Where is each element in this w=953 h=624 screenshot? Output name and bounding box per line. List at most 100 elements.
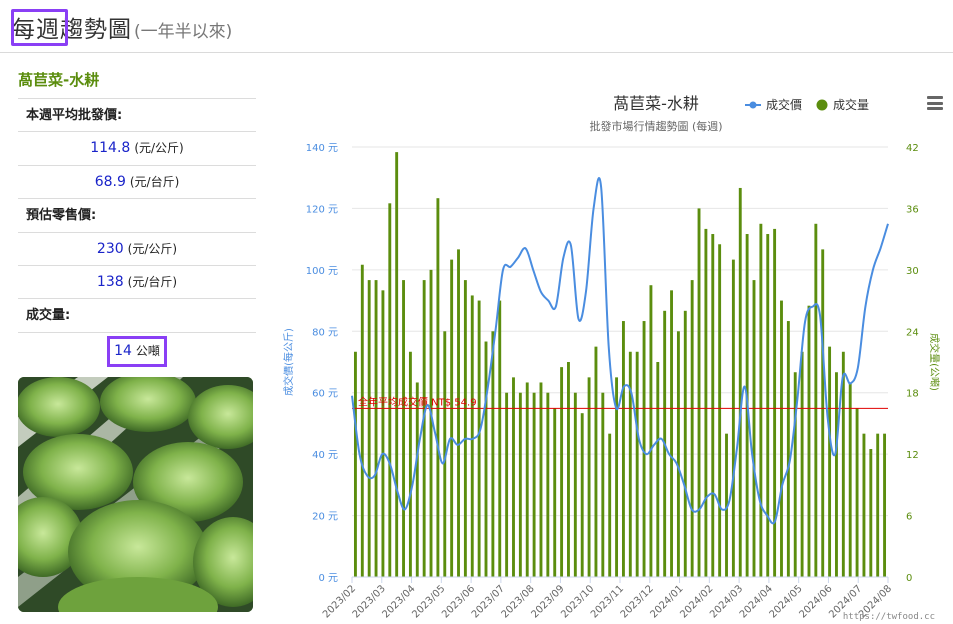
- volume-bar: [498, 300, 502, 577]
- volume-bar: [367, 280, 371, 577]
- volume-bar: [828, 346, 832, 577]
- y-right-axis-label: 成交量(公噸): [928, 333, 941, 391]
- volume-bar: [395, 152, 399, 577]
- volume-bar: [532, 392, 536, 577]
- y-right-tick-label: 36: [906, 204, 919, 215]
- retail-kg-row: 230 (元/公斤): [18, 231, 256, 265]
- wholesale-tai-row: 68.9 (元/台斤): [18, 164, 256, 198]
- wholesale-tai-value: 68.9: [94, 173, 126, 190]
- volume-bar: [505, 392, 509, 577]
- volume-bar: [587, 377, 591, 577]
- y-right-tick-label: 18: [906, 389, 919, 400]
- wholesale-tai-unit: (元/台斤): [129, 174, 180, 189]
- volume-bar: [635, 351, 639, 577]
- volume-bar: [436, 198, 440, 577]
- volume-bar: [457, 249, 460, 577]
- volume-bar: [786, 321, 790, 577]
- retail-tai-unit: (元/台斤): [127, 274, 178, 289]
- volume-bar: [353, 351, 357, 577]
- volume-bar: [766, 234, 770, 577]
- volume-bar: [821, 249, 825, 577]
- y-right-tick-label: 6: [906, 512, 912, 523]
- volume-bar: [780, 300, 783, 577]
- volume-bar: [463, 280, 467, 577]
- y-right-tick-label: 30: [906, 266, 919, 277]
- volume-bar: [374, 280, 378, 577]
- y-left-tick-label: 0 元: [318, 573, 338, 584]
- wholesale-label: 本週平均批發價:: [18, 98, 256, 131]
- volume-bar: [567, 362, 570, 577]
- volume-bar: [835, 372, 838, 577]
- volume-bar: [402, 280, 405, 577]
- volume-bar: [628, 351, 632, 577]
- retail-label: 預估零售價:: [18, 198, 256, 231]
- volume-bar: [848, 382, 852, 577]
- page-header: 每週趨勢圖 (一年半以來): [12, 10, 232, 46]
- volume-bar: [670, 290, 673, 577]
- volume-bar: [752, 280, 756, 577]
- volume-bar: [869, 449, 873, 577]
- volume-bar: [601, 392, 605, 577]
- lettuce-photo: [18, 377, 253, 612]
- volume-bar: [807, 305, 811, 577]
- volume-bar: [731, 259, 735, 577]
- volume-bar: [560, 367, 564, 577]
- volume-value: 14: [114, 342, 132, 359]
- volume-bar: [697, 208, 701, 577]
- volume-bar: [883, 433, 887, 577]
- volume-bar: [381, 290, 385, 577]
- volume-bar: [594, 346, 598, 577]
- y-left-tick-label: 20 元: [312, 512, 338, 523]
- wholesale-kg-row: 114.8 (元/公斤): [18, 131, 256, 164]
- volume-bar: [525, 382, 529, 577]
- volume-row: 14 公噸: [18, 331, 256, 367]
- volume-bar: [484, 341, 488, 577]
- volume-bar: [649, 285, 653, 577]
- y-left-tick-label: 100 元: [306, 266, 338, 277]
- volume-bar: [580, 413, 584, 577]
- volume-highlight-box: 14 公噸: [107, 335, 167, 367]
- product-name: 萵苣菜-水耕: [18, 71, 100, 89]
- volume-bar: [388, 203, 392, 578]
- retail-tai-row: 138 (元/台斤): [18, 264, 256, 298]
- volume-bar: [621, 321, 625, 577]
- y-right-tick-label: 24: [906, 327, 919, 338]
- y-right-tick-label: 12: [906, 450, 919, 461]
- volume-bar: [773, 228, 777, 577]
- chart-plot: 0 元 0 20 元 6 40 元 12 60 元 18 80 元 24 100 元 30 120 元 3…: [282, 143, 941, 620]
- y-left-tick-label: 40 元: [312, 450, 338, 461]
- volume-bar: [539, 382, 543, 577]
- y-right-tick-label: 0: [906, 573, 912, 584]
- volume-bar: [704, 228, 708, 577]
- volume-bar: [546, 392, 550, 577]
- volume-bar: [738, 187, 742, 577]
- wholesale-kg-value: 114.8: [90, 140, 131, 157]
- y-right-tick-label: 42: [906, 143, 919, 154]
- volume-bar: [608, 433, 612, 577]
- y-left-tick-label: 80 元: [312, 327, 338, 338]
- volume-bar: [814, 223, 818, 578]
- volume-bar: [690, 280, 694, 577]
- volume-bar: [711, 234, 715, 577]
- volume-bar: [855, 408, 859, 577]
- volume-bar: [491, 331, 495, 577]
- volume-bar: [415, 382, 419, 577]
- volume-bar: [656, 362, 660, 577]
- volume-bar: [676, 331, 680, 577]
- volume-bar: [876, 433, 880, 577]
- page-title: 每週趨勢圖: [12, 17, 132, 43]
- volume-bar: [512, 377, 515, 577]
- lettuce-illustration: [18, 377, 253, 612]
- volume-bar: [360, 264, 364, 577]
- volume-bar: [470, 295, 474, 577]
- volume-bar: [518, 392, 522, 577]
- trend-chart: 萵苣菜-水耕 批發市場行情趨勢圖 (每週) 成交價 成交量 0 元 0 20 元64…: [276, 84, 953, 624]
- volume-bar: [862, 433, 866, 577]
- volume-bar: [759, 223, 763, 578]
- wholesale-kg-unit: (元/公斤): [134, 141, 184, 156]
- volume-label: 成交量:: [18, 298, 256, 331]
- volume-bar: [422, 280, 426, 577]
- y-left-tick-label: 140 元: [306, 143, 338, 154]
- retail-tai-value: 138: [96, 273, 124, 290]
- price-sidebar: 萵苣菜-水耕 本週平均批發價: 114.8 (元/公斤) 68.9 (元/台斤) 預…: [18, 66, 256, 367]
